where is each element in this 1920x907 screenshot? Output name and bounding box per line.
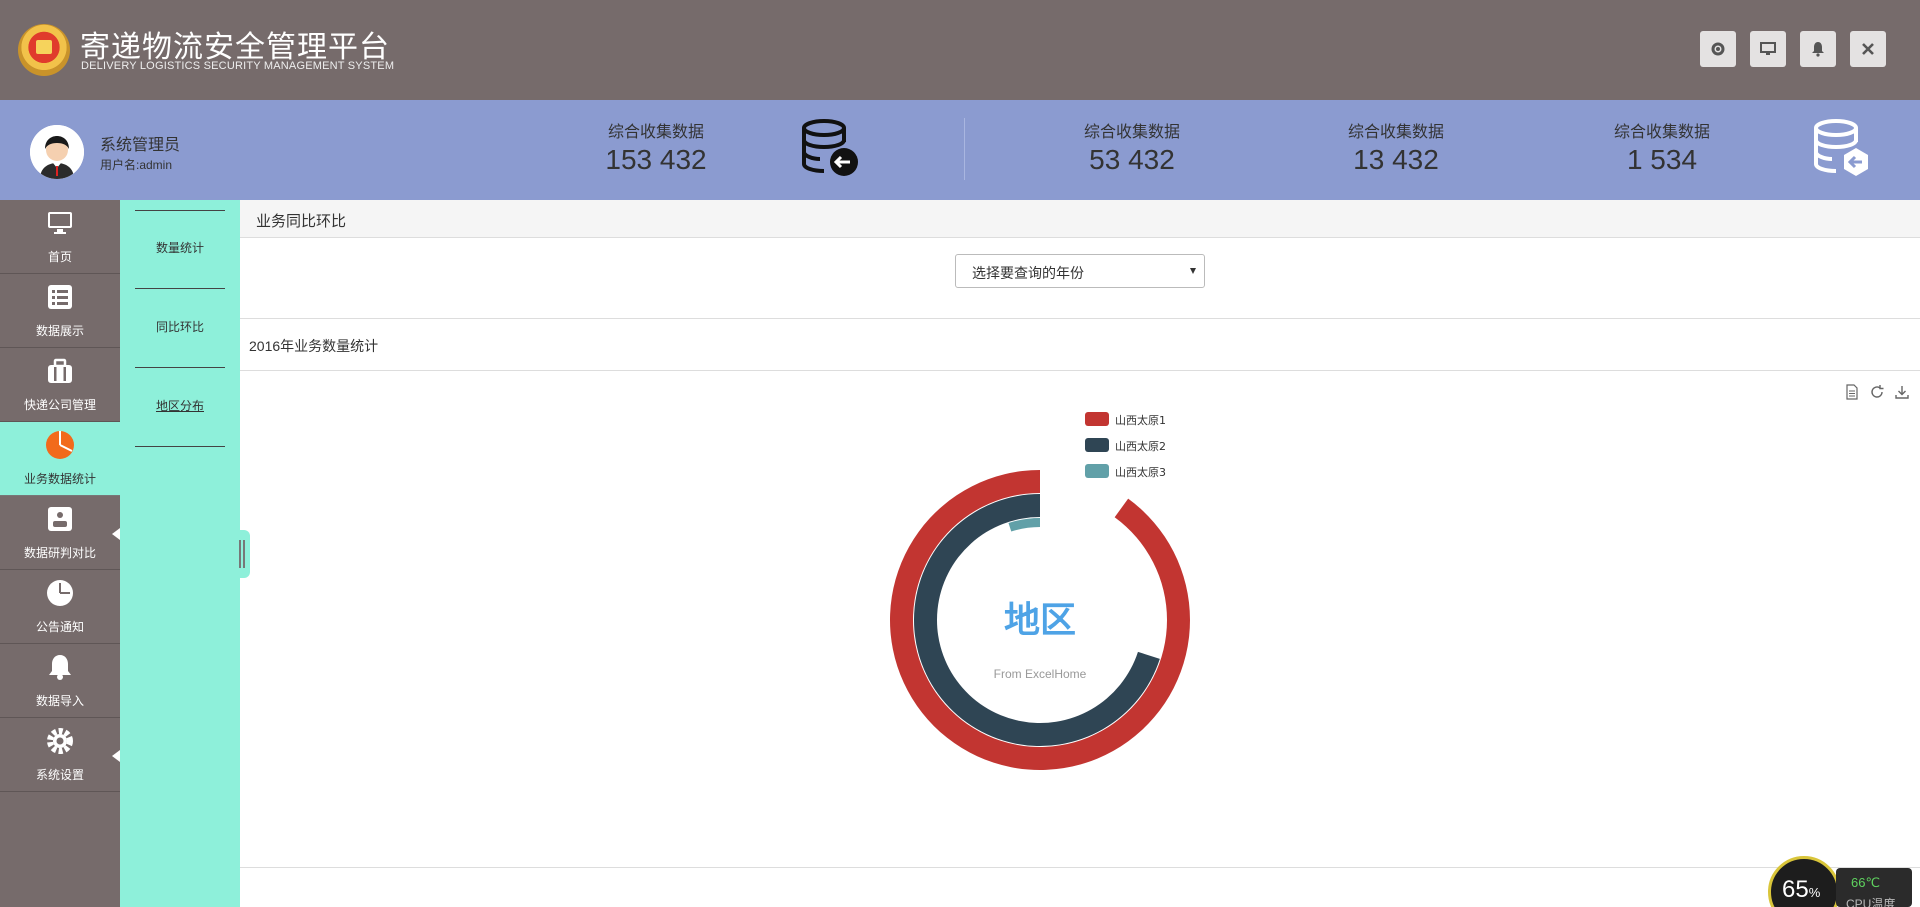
gear-icon [1711,42,1725,56]
breadcrumb-bar: 业务同比环比 [240,200,1920,238]
year-select[interactable]: 选择要查询的年份 [955,254,1205,288]
app-subtitle: DELIVERY LOGISTICS SECURITY MANAGEMENT S… [81,60,395,72]
nav-label: 快递公司管理 [23,398,96,412]
stat-value: 1 534 [1626,144,1698,175]
nav-label: 业务数据统计 [23,472,96,486]
cpu-percent: 65% [1782,876,1821,903]
nav-label: 数据展示 [35,324,84,338]
bell-icon [1812,42,1824,57]
stat-label: 综合收集数据 [1083,124,1180,141]
close-button[interactable] [1850,31,1886,67]
stat-label: 综合收集数据 [1347,124,1444,141]
subnav-item-region[interactable]: 地区分布 [120,397,240,414]
year-select-value: 选择要查询的年份 [972,265,1084,281]
monitor-icon [45,208,75,238]
stat-label: 综合收集数据 [1613,124,1710,141]
close-icon [1862,43,1874,55]
nav-label: 数据研判对比 [23,546,96,560]
subnav-item-yoy-mom[interactable]: 同比环比 [120,318,240,335]
clock-icon [45,578,75,608]
divider [240,318,1920,319]
nav-item-system-settings[interactable]: 系统设置 [0,718,120,792]
stat-card: 综合收集数据 53 432 [1052,118,1212,176]
nav-item-data-import[interactable]: 数据导入 [0,644,120,718]
expand-caret-icon [112,750,120,762]
database-export-icon [1814,119,1868,176]
monitor-icon [1760,42,1776,55]
avatar [30,125,84,179]
chart-title: 地区 [1004,600,1076,641]
legend-swatch[interactable] [1085,464,1109,478]
nav-label: 首页 [47,250,72,264]
main-content: 业务同比环比 选择要查询的年份 2016年业务数量统计 地区 From Excel… [240,200,1920,907]
divider [964,118,965,180]
list-icon [45,282,75,312]
divider [135,367,225,368]
settings-button[interactable] [1700,31,1736,67]
notification-button[interactable] [1800,31,1836,67]
user-name: 系统管理员 [100,137,181,154]
nav-item-courier-management[interactable]: 快递公司管理 [0,348,120,422]
nav-item-data-display[interactable]: 数据展示 [0,274,120,348]
caret-down-icon [1190,268,1196,274]
cpu-label: CPU温度 [1846,897,1896,907]
stat-card: 综合收集数据 153 432 [576,118,736,176]
sub-nav [120,200,240,907]
divider [135,446,225,447]
nav-item-home[interactable]: 首页 [0,200,120,274]
stat-label: 综合收集数据 [607,124,704,141]
stat-value: 13 432 [1353,144,1439,175]
gear-icon [45,726,75,756]
legend-swatch[interactable] [1085,412,1109,426]
nav-label: 公告通知 [35,620,84,634]
briefcase-icon [45,356,75,386]
stat-card: 综合收集数据 13 432 [1316,118,1476,176]
breadcrumb: 业务同比环比 [256,213,347,230]
legend-label[interactable]: 山西太原2 [1115,440,1166,453]
nav-label: 数据导入 [35,694,84,708]
compare-icon [45,504,75,534]
stat-card: 综合收集数据 1 534 [1582,118,1742,176]
cpu-temperature: 66℃ [1851,875,1881,890]
subnav-item-quantity[interactable]: 数量统计 [120,239,240,256]
nav-label: 系统设置 [35,768,84,782]
nav-item-data-comparison[interactable]: 数据研判对比 [0,496,120,570]
database-import-icon [802,119,858,176]
stat-value: 53 432 [1089,144,1175,175]
bell-icon [45,652,75,682]
expand-caret-icon [112,528,120,540]
stat-value: 153 432 [605,144,707,175]
nav-item-announcements[interactable]: 公告通知 [0,570,120,644]
user-login: 用户名:admin [100,158,173,172]
region-donut-chart: 地区 From ExcelHome 山西太原1 山西太原2 山西太原3 [890,412,1190,770]
police-emblem-logo [18,24,70,76]
pie-chart-icon [45,430,75,460]
divider [135,288,225,289]
legend-label[interactable]: 山西太原1 [1115,414,1166,427]
divider [135,210,225,211]
nav-item-business-statistics[interactable]: 业务数据统计 [0,422,120,496]
legend-swatch[interactable] [1085,438,1109,452]
screen-button[interactable] [1750,31,1786,67]
legend-label[interactable]: 山西太原3 [1115,466,1166,479]
chart-subtitle: From ExcelHome [994,667,1087,681]
section-title: 2016年业务数量统计 [249,338,379,354]
divider [240,867,1920,868]
